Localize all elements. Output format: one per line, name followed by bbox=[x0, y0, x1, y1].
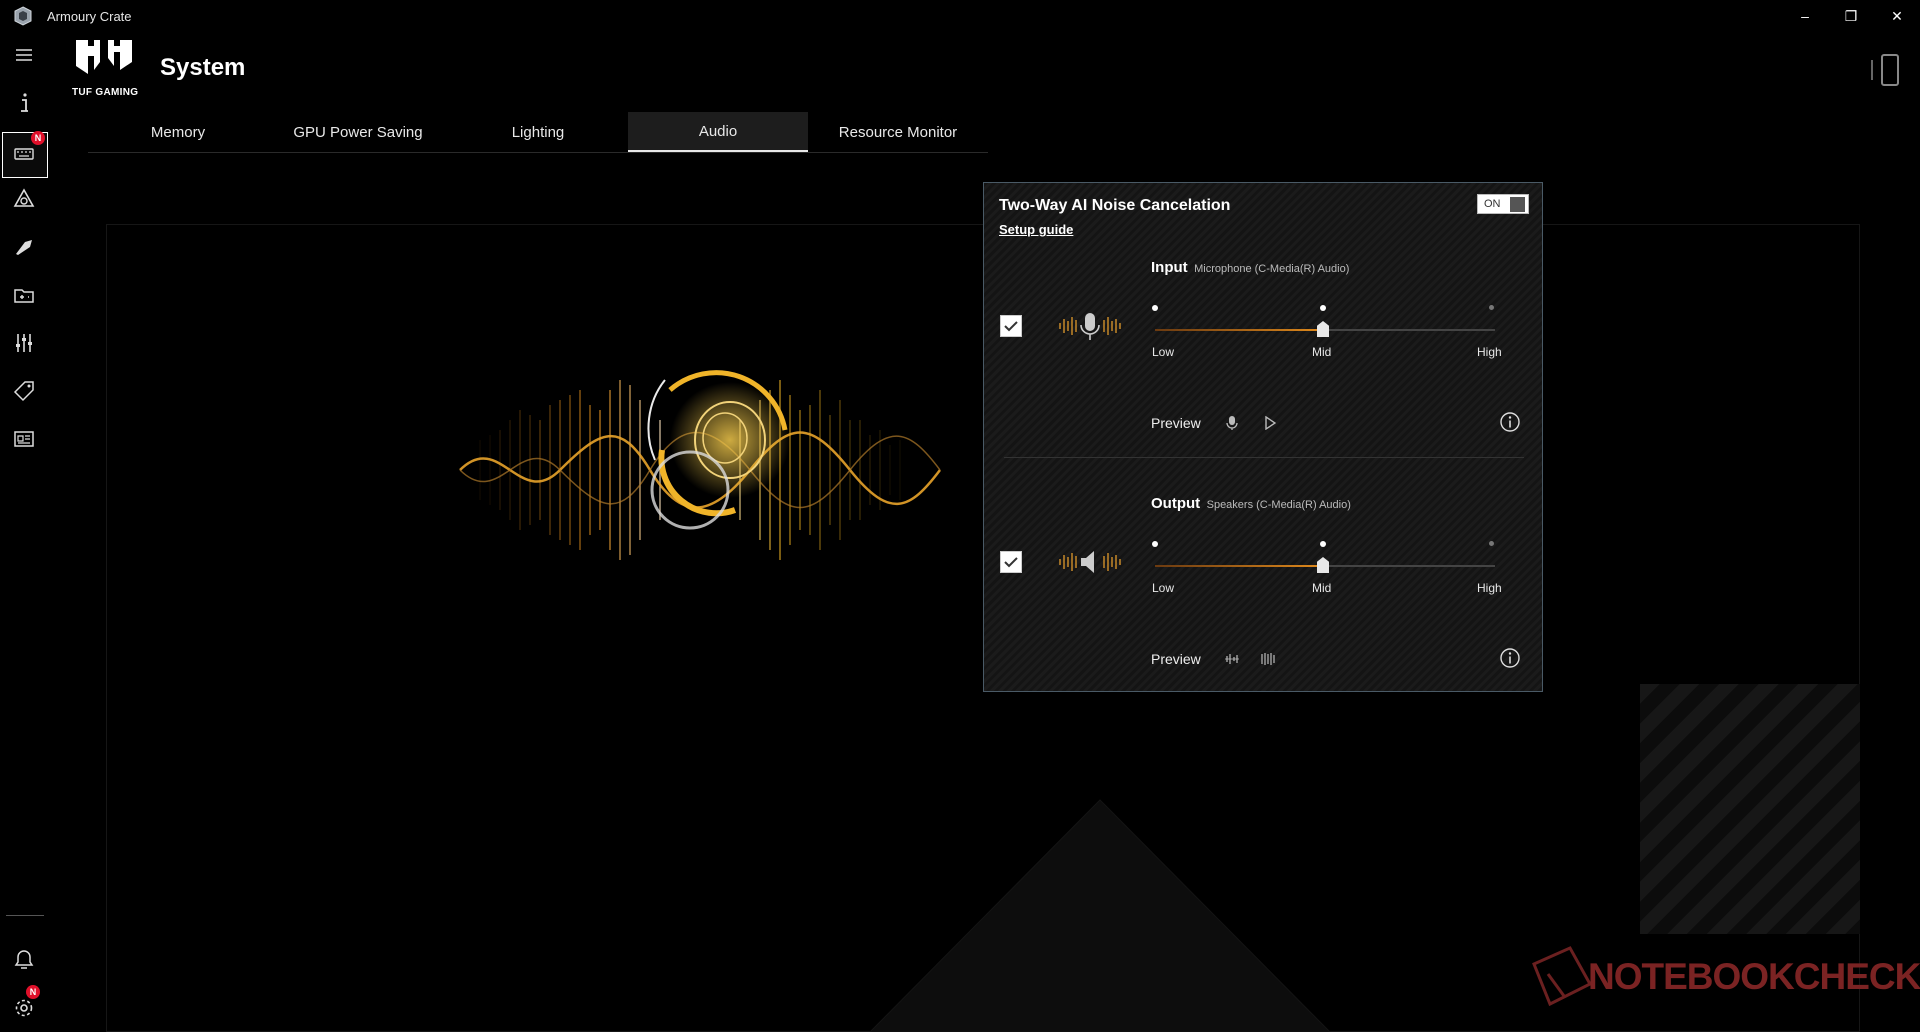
tab-lighting[interactable]: Lighting bbox=[448, 112, 628, 152]
microphone-wave-icon bbox=[1059, 313, 1121, 340]
output-label: Output bbox=[1151, 495, 1201, 512]
sidebar-divider bbox=[6, 915, 44, 916]
scenario-icon[interactable] bbox=[0, 224, 48, 270]
maximize-button[interactable]: ❐ bbox=[1828, 0, 1874, 32]
slider-stop-high[interactable] bbox=[1489, 305, 1494, 310]
menu-icon[interactable] bbox=[0, 32, 48, 78]
armoury-crate-logo-icon bbox=[14, 6, 32, 26]
info-circle-icon[interactable] bbox=[1499, 411, 1521, 433]
preview-label: Preview bbox=[1151, 415, 1201, 431]
setup-guide-link[interactable]: Setup guide bbox=[999, 222, 1073, 237]
slider-fill bbox=[1155, 329, 1323, 331]
clean-audio-icon[interactable] bbox=[1257, 648, 1279, 670]
info-icon[interactable] bbox=[0, 80, 48, 126]
input-header: Input Microphone (C-Media(R) Audio) bbox=[1151, 259, 1349, 277]
slider-stop-mid[interactable] bbox=[1320, 305, 1326, 311]
level-low-label: Low bbox=[1152, 581, 1175, 595]
output-header: Output Speakers (C-Media(R) Audio) bbox=[1151, 495, 1351, 513]
output-level-slider[interactable]: Low Mid High bbox=[1152, 535, 1502, 595]
close-button[interactable]: ✕ bbox=[1874, 0, 1920, 32]
sidebar: N N bbox=[0, 32, 48, 1032]
toggle-label: ON bbox=[1484, 198, 1501, 210]
output-checkbox[interactable] bbox=[1000, 551, 1022, 573]
checkmark-icon bbox=[1004, 557, 1018, 568]
input-checkbox[interactable] bbox=[1000, 315, 1022, 337]
tab-memory[interactable]: Memory bbox=[88, 112, 268, 152]
notification-badge: N bbox=[26, 985, 40, 999]
slider-stop-low[interactable] bbox=[1152, 305, 1158, 311]
gear-icon[interactable]: N bbox=[0, 985, 48, 1031]
tab-audio[interactable]: Audio bbox=[628, 112, 808, 152]
tab-resource-monitor[interactable]: Resource Monitor bbox=[808, 112, 988, 152]
toggle-knob bbox=[1510, 197, 1525, 212]
background-stripes bbox=[1640, 684, 1860, 934]
slider-stop-mid[interactable] bbox=[1320, 541, 1326, 547]
panel-title: Two-Way AI Noise Cancelation bbox=[999, 197, 1231, 214]
tab-bar: Memory GPU Power Saving Lighting Audio R… bbox=[88, 112, 988, 153]
slider-fill bbox=[1155, 565, 1323, 567]
speaker-wave-icon bbox=[1059, 551, 1121, 573]
noise-cancelation-toggle[interactable]: ON bbox=[1477, 194, 1529, 214]
input-section: Input Microphone (C-Media(R) Audio) Low … bbox=[984, 259, 1542, 459]
section-divider bbox=[1004, 457, 1524, 458]
output-section: Output Speakers (C-Media(R) Audio) Low M… bbox=[984, 495, 1542, 695]
input-device: Microphone (C-Media(R) Audio) bbox=[1194, 263, 1350, 275]
slider-stop-high[interactable] bbox=[1489, 541, 1494, 546]
slider-thumb[interactable] bbox=[1317, 321, 1329, 337]
window-title: Armoury Crate bbox=[47, 8, 132, 24]
record-mic-icon[interactable] bbox=[1221, 412, 1243, 434]
watermark-text: NOTEBOOKCHECK bbox=[1588, 956, 1920, 997]
user-icon[interactable] bbox=[0, 937, 48, 983]
level-low-label: Low bbox=[1152, 345, 1175, 359]
level-high-label: High bbox=[1477, 581, 1502, 595]
slider-stop-low[interactable] bbox=[1152, 541, 1158, 547]
title-bar: Armoury Crate – ❐ ✕ bbox=[0, 0, 1920, 32]
audio-waveform-illustration bbox=[459, 370, 941, 560]
phone-link-icon[interactable] bbox=[1866, 54, 1910, 86]
level-high-label: High bbox=[1477, 345, 1502, 359]
slider-thumb[interactable] bbox=[1317, 557, 1329, 573]
minimize-button[interactable]: – bbox=[1782, 0, 1828, 32]
play-icon[interactable] bbox=[1259, 412, 1281, 434]
notification-badge: N bbox=[31, 131, 45, 145]
output-device: Speakers (C-Media(R) Audio) bbox=[1206, 499, 1351, 511]
device-icon[interactable]: N bbox=[0, 130, 48, 178]
input-preview-row: Preview bbox=[1151, 411, 1521, 435]
deals-tag-icon[interactable] bbox=[0, 368, 48, 414]
background-triangle bbox=[869, 799, 1331, 1032]
preview-label: Preview bbox=[1151, 651, 1201, 667]
input-level-slider[interactable]: Low Mid High bbox=[1152, 299, 1502, 359]
brand-text: TUF GAMING bbox=[72, 87, 139, 98]
settings-sliders-icon[interactable] bbox=[0, 320, 48, 366]
input-label: Input bbox=[1151, 259, 1188, 276]
tab-gpu-power-saving[interactable]: GPU Power Saving bbox=[268, 112, 448, 152]
output-preview-row: Preview bbox=[1151, 647, 1521, 671]
page-title: System bbox=[160, 54, 246, 81]
noisy-audio-icon[interactable] bbox=[1221, 648, 1243, 670]
news-icon[interactable] bbox=[0, 416, 48, 462]
noise-cancelation-panel: Two-Way AI Noise Cancelation Setup guide… bbox=[983, 182, 1543, 692]
aura-icon[interactable] bbox=[0, 176, 48, 222]
info-circle-icon[interactable] bbox=[1499, 647, 1521, 669]
level-mid-label: Mid bbox=[1312, 581, 1332, 595]
checkmark-icon bbox=[1004, 321, 1018, 332]
level-mid-label: Mid bbox=[1312, 345, 1332, 359]
game-library-icon[interactable] bbox=[0, 272, 48, 318]
